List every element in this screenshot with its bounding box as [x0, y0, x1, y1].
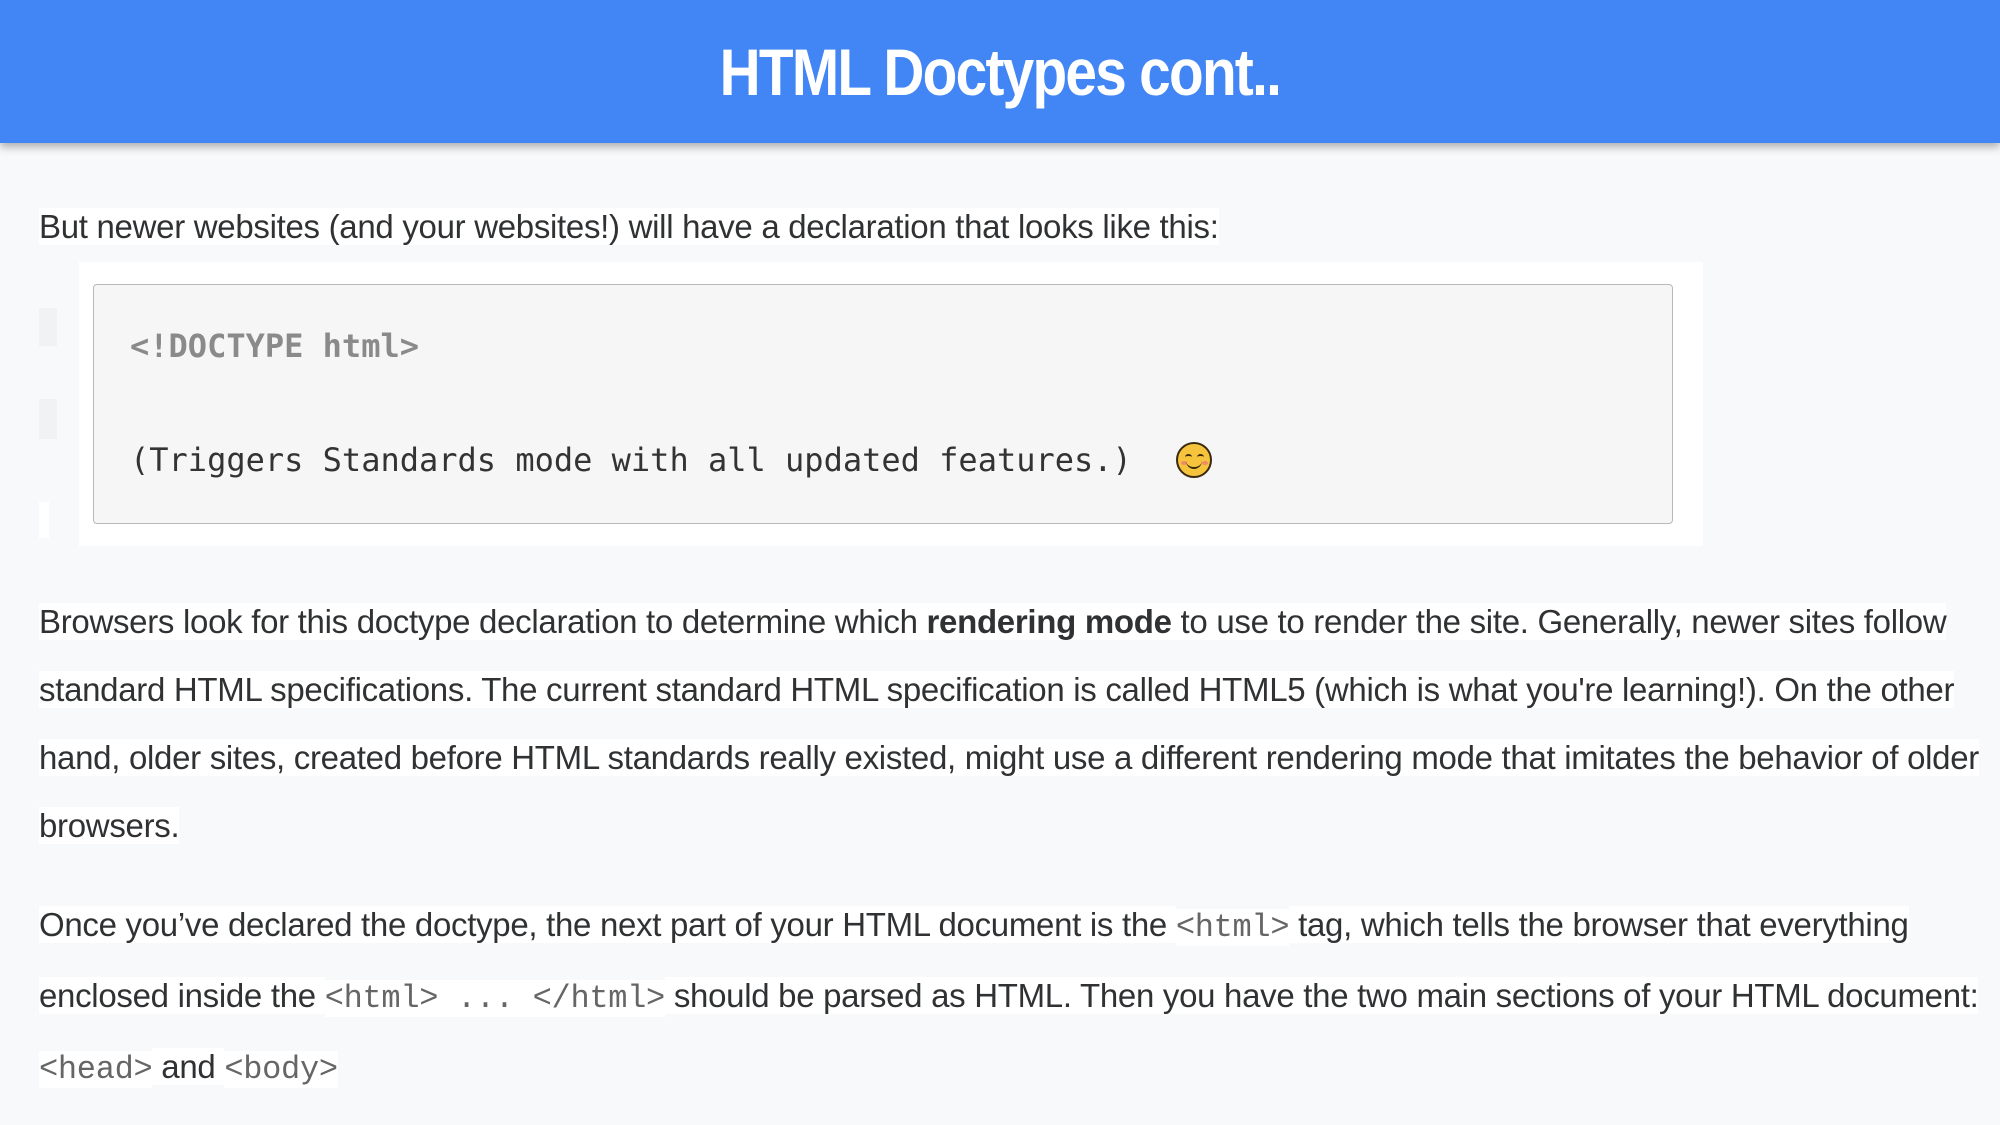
doctype-code: <!DOCTYPE html>: [130, 327, 419, 365]
slide: HTML Doctypes cont.. But newer websites …: [0, 0, 2000, 1125]
list-marker: [39, 308, 57, 346]
intro-sentence: But newer websites (and your websites!) …: [39, 208, 1219, 245]
mouth: [1186, 459, 1202, 469]
html-tag-paragraph: Once you’ve declared the doctype, the ne…: [39, 891, 1979, 1104]
smiling-face-icon: [1176, 442, 1212, 478]
inline-code: <head>: [39, 1051, 153, 1088]
paragraph-text: Browsers look for this doctype declarati…: [39, 603, 927, 640]
code-block: <!DOCTYPE html> (Triggers Standards mode…: [93, 284, 1673, 524]
paragraph-text: and: [152, 1048, 225, 1085]
rendering-mode-paragraph: Browsers look for this doctype declarati…: [39, 588, 1979, 860]
inline-code: <html> ... </html>: [324, 980, 665, 1017]
title-bar: HTML Doctypes cont..: [0, 0, 2000, 143]
inline-code: <body>: [224, 1051, 338, 1088]
cheek-right: [1202, 461, 1208, 465]
paragraph-text: Once you’ve declared the doctype, the ne…: [39, 906, 1176, 943]
slide-title: HTML Doctypes cont..: [719, 34, 1282, 109]
inline-code: <html>: [1175, 909, 1290, 946]
code-comment: (Triggers Standards mode with all update…: [130, 441, 1132, 479]
list-marker: [39, 502, 49, 538]
list-marker: [39, 399, 57, 439]
intro-text: But newer websites (and your websites!) …: [39, 205, 1219, 249]
paragraph-text: should be parsed as HTML. Then you have …: [664, 977, 1979, 1014]
bold-term: rendering mode: [926, 603, 1172, 640]
